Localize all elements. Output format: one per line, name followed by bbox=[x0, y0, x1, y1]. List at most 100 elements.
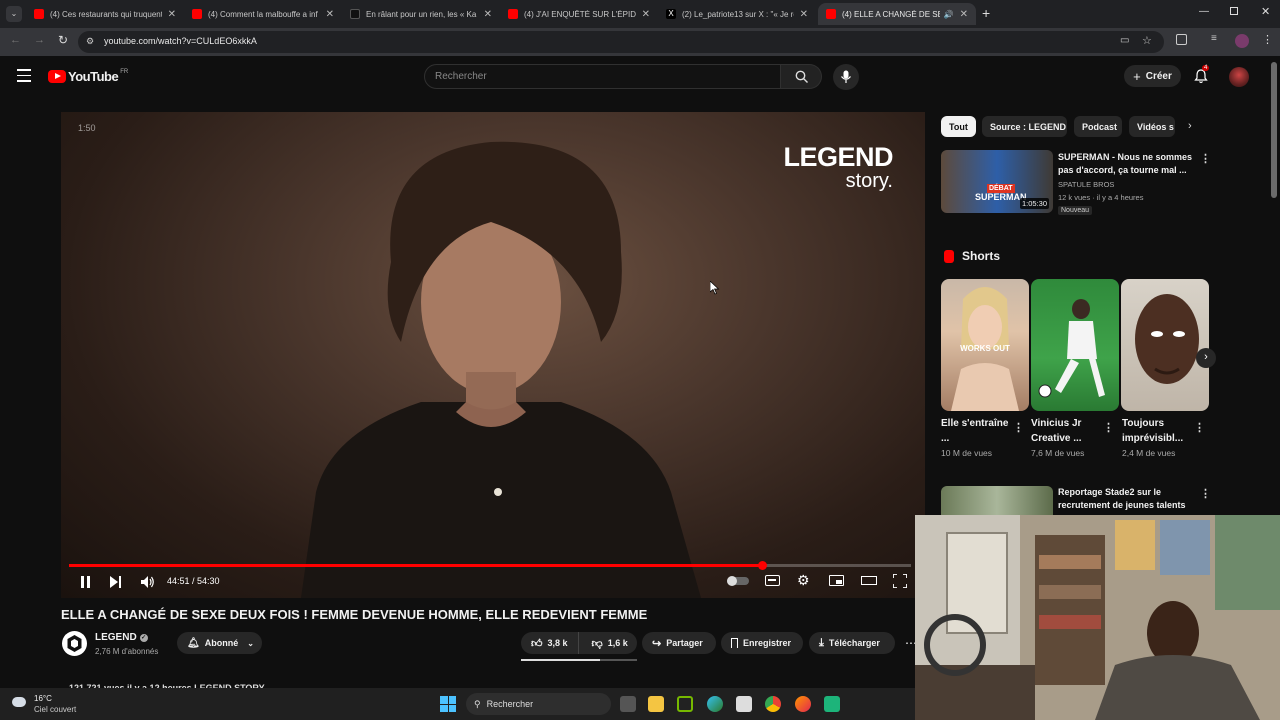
browser-tab[interactable]: X (2) Le_patriote13 sur X : "« Je re ✕ bbox=[658, 3, 816, 25]
short-thumbnail[interactable] bbox=[1121, 279, 1209, 411]
save-button[interactable]: Enregistrer bbox=[721, 632, 803, 654]
back-icon[interactable]: ← bbox=[10, 34, 21, 46]
recommended-video-thumbnail[interactable] bbox=[941, 486, 1053, 516]
chip-podcast[interactable]: Podcast bbox=[1074, 116, 1122, 137]
close-tab-icon[interactable]: ✕ bbox=[960, 9, 968, 20]
recommended-video-thumbnail[interactable]: DÉBAT SUPERMAN 1:05:30 bbox=[941, 150, 1053, 213]
short-title[interactable]: Vinicius Jr Creative ... bbox=[1031, 416, 1101, 446]
plus-icon: + bbox=[1133, 68, 1141, 84]
video-player[interactable]: 1:50 LEGEND story. bbox=[61, 112, 925, 598]
settings-gear-icon[interactable]: ⚙ bbox=[797, 572, 810, 589]
like-ratio-bar bbox=[521, 659, 637, 661]
reload-icon[interactable]: ↻ bbox=[58, 33, 68, 47]
short-thumbnail[interactable]: WORKS OUT bbox=[941, 279, 1029, 411]
duration-badge: 1:05:30 bbox=[1019, 198, 1049, 209]
forward-icon[interactable]: → bbox=[34, 34, 45, 46]
pause-icon bbox=[81, 576, 90, 588]
youtube-logo[interactable]: YouTube FR bbox=[48, 69, 128, 84]
like-button[interactable]: 👍︎ 3,8 k bbox=[521, 632, 579, 654]
url-field[interactable]: ⚙ youtube.com/watch?v=CULdEO6xkkA ▭ ☆ bbox=[78, 31, 1164, 53]
subtitles-button[interactable] bbox=[765, 575, 780, 586]
short-thumbnail[interactable] bbox=[1031, 279, 1119, 411]
reading-list-icon[interactable]: ≡ bbox=[1211, 33, 1217, 44]
channel-name[interactable]: LEGEND ✓ bbox=[95, 632, 148, 643]
create-button[interactable]: + Créer bbox=[1124, 65, 1181, 87]
chip-all[interactable]: Tout bbox=[941, 116, 976, 137]
weather-temperature: 16°C bbox=[34, 694, 52, 703]
site-info-icon[interactable]: ⚙ bbox=[86, 36, 94, 47]
tab-list-dropdown[interactable]: ⌄ bbox=[6, 6, 22, 22]
edge-icon[interactable] bbox=[707, 696, 723, 712]
fullscreen-button[interactable] bbox=[892, 573, 908, 593]
search-input[interactable] bbox=[435, 71, 755, 82]
extensions-icon[interactable] bbox=[1176, 34, 1187, 45]
notifications-button[interactable]: 4 bbox=[1194, 65, 1210, 89]
close-tab-icon[interactable]: ✕ bbox=[800, 9, 808, 20]
store-icon[interactable] bbox=[736, 696, 752, 712]
firefox-icon[interactable] bbox=[795, 696, 811, 712]
download-button[interactable]: ⤓ Télécharger bbox=[809, 632, 895, 654]
recommended-channel[interactable]: SPATULE BROS bbox=[1058, 180, 1114, 189]
miniplayer-button[interactable] bbox=[829, 575, 844, 586]
volume-button[interactable] bbox=[141, 575, 155, 593]
minimize-button[interactable]: — bbox=[1199, 6, 1209, 17]
short-title[interactable]: Toujours imprévisibl... bbox=[1122, 416, 1192, 446]
file-explorer-icon[interactable] bbox=[648, 696, 664, 712]
browser-tab[interactable]: (4) Comment la malbouffe a inf ✕ bbox=[184, 3, 342, 25]
bookmark-star-icon[interactable]: ☆ bbox=[1142, 34, 1152, 47]
new-tab-button[interactable]: + bbox=[982, 5, 990, 21]
voice-search-button[interactable] bbox=[833, 64, 859, 90]
recommended-video-title[interactable]: Reportage Stade2 sur le recrutement de j… bbox=[1058, 486, 1193, 512]
more-options-icon[interactable]: ⋮ bbox=[1103, 421, 1114, 434]
youtube-icon bbox=[34, 9, 44, 19]
mouse-cursor-icon bbox=[710, 281, 720, 295]
account-avatar[interactable] bbox=[1229, 67, 1249, 87]
close-tab-icon[interactable]: ✕ bbox=[642, 9, 650, 20]
close-tab-icon[interactable]: ✕ bbox=[168, 9, 176, 20]
page-scrollbar[interactable] bbox=[1271, 62, 1277, 198]
url-text: youtube.com/watch?v=CULdEO6xkkA bbox=[104, 36, 257, 46]
recommended-video-title[interactable]: SUPERMAN - Nous ne sommes pas d'accord, … bbox=[1058, 151, 1193, 177]
chevron-right-icon[interactable]: › bbox=[1188, 120, 1192, 132]
autoplay-toggle[interactable] bbox=[727, 576, 749, 586]
close-window-button[interactable]: ✕ bbox=[1261, 5, 1270, 18]
video-progress-bar[interactable] bbox=[69, 561, 911, 570]
dislike-button[interactable]: 👎︎ 1,6 k bbox=[584, 637, 636, 650]
browser-menu-icon[interactable]: ⋮ bbox=[1262, 33, 1273, 46]
windows-start-icon[interactable] bbox=[440, 696, 456, 712]
close-tab-icon[interactable]: ✕ bbox=[326, 9, 334, 20]
browser-tab-active[interactable]: (4) ELLE A CHANGÉ DE SEX 🔊 ✕ bbox=[818, 3, 976, 25]
restore-button[interactable] bbox=[1230, 7, 1238, 15]
hamburger-menu-icon[interactable] bbox=[17, 69, 31, 82]
more-options-icon[interactable]: ⋮ bbox=[1200, 152, 1211, 165]
chip-videos[interactable]: Vidéos s bbox=[1129, 116, 1175, 137]
progress-scrubber[interactable] bbox=[757, 561, 767, 570]
next-button[interactable] bbox=[110, 575, 122, 593]
browser-tab[interactable]: (4) J'AI ENQUÊTÉ SUR L'ÉPIDÉM ✕ bbox=[500, 3, 658, 25]
more-options-icon[interactable]: ⋮ bbox=[1200, 487, 1211, 500]
browser-tab[interactable]: (4) Ces restaurants qui truquent ✕ bbox=[26, 3, 184, 25]
speaker-icon[interactable]: 🔊 bbox=[944, 10, 954, 19]
short-title[interactable]: Elle s'entraîne ... bbox=[941, 416, 1011, 446]
more-options-icon[interactable]: ⋮ bbox=[1013, 421, 1024, 434]
nvidia-icon[interactable] bbox=[677, 696, 693, 712]
cast-icon[interactable]: ▭ bbox=[1120, 35, 1129, 46]
browser-tab[interactable]: En râlant pour un rien, les « Ka ✕ bbox=[342, 3, 500, 25]
share-button[interactable]: ↪ Partager bbox=[642, 632, 716, 654]
chrome-icon[interactable] bbox=[765, 696, 781, 712]
theater-mode-button[interactable] bbox=[861, 576, 877, 585]
profile-avatar[interactable] bbox=[1235, 34, 1249, 48]
close-tab-icon[interactable]: ✕ bbox=[484, 9, 492, 20]
shorts-next-button[interactable]: › bbox=[1196, 348, 1216, 368]
subscribed-button[interactable]: 🔔︎ Abonné ⌄ bbox=[177, 632, 262, 654]
youtube-play-icon bbox=[48, 70, 66, 83]
task-view-icon[interactable] bbox=[620, 696, 636, 712]
pause-button[interactable] bbox=[80, 575, 91, 593]
app-icon[interactable] bbox=[824, 696, 840, 712]
thumbs-up-icon: 👍︎ bbox=[531, 637, 543, 650]
chip-source[interactable]: Source : LEGEND bbox=[982, 116, 1067, 137]
channel-avatar[interactable] bbox=[62, 631, 87, 656]
taskbar-search[interactable]: ⚲ Rechercher bbox=[466, 693, 611, 715]
more-options-icon[interactable]: ⋮ bbox=[1194, 421, 1205, 434]
search-button[interactable] bbox=[781, 64, 822, 89]
